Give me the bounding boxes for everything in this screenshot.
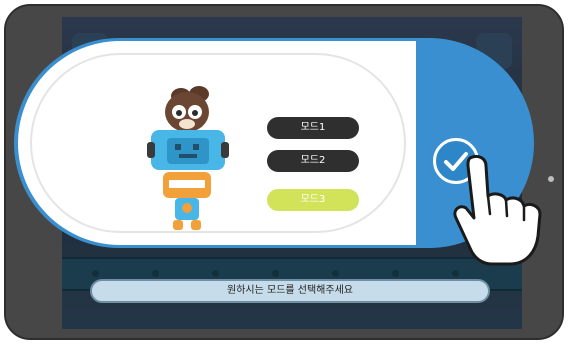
pointing-hand-icon [452, 152, 548, 272]
mode-2-button[interactable]: 모드2 [267, 150, 359, 172]
mode-1-button[interactable]: 모드1 [267, 117, 359, 139]
mode-3-button[interactable]: 모드3 [267, 189, 359, 211]
home-button[interactable] [548, 176, 554, 182]
instruction-message: 원하시는 모드를 선택해주세요 [90, 279, 490, 303]
robot-character-illustration [147, 82, 233, 236]
